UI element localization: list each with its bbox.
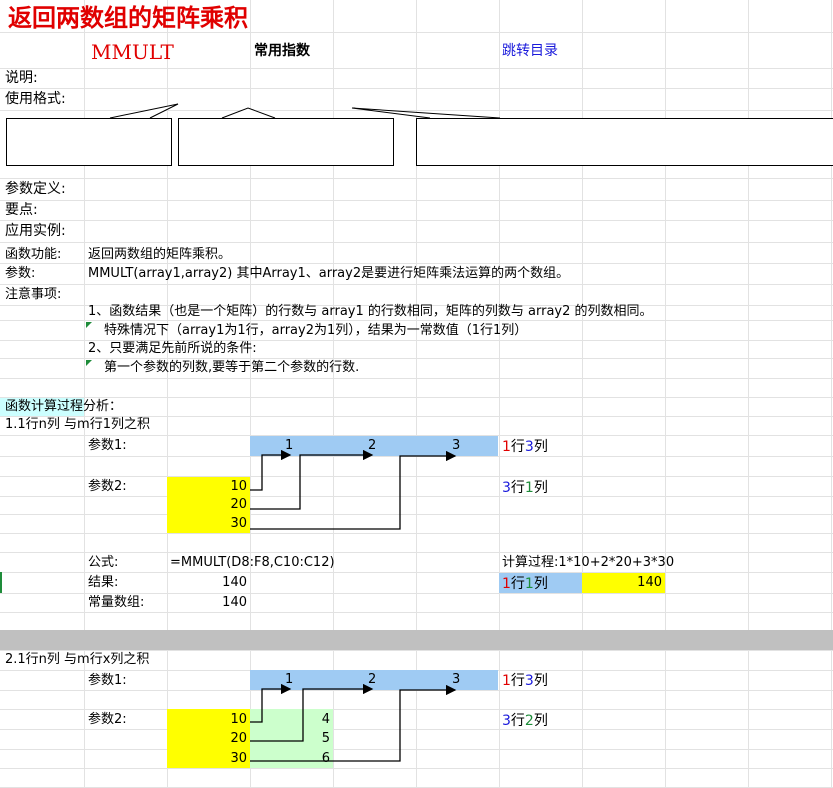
- arrow-connector: [250, 683, 292, 723]
- arrow-connector: [250, 450, 457, 530]
- format-box-tail: [109, 103, 179, 119]
- arrow-connector: [250, 449, 374, 510]
- arrow-connector: [250, 684, 457, 762]
- format-box-tail: [351, 107, 501, 119]
- format-box-tail: [221, 107, 276, 119]
- arrow-connector: [250, 449, 292, 491]
- arrow-connector: [250, 683, 374, 742]
- connector-arrows: [109, 103, 501, 762]
- spreadsheet-grid[interactable]: 返回两数组的矩阵乘积 MMULT 常用指数 跳转目录 说明: 使用格式: 参数定…: [0, 0, 833, 788]
